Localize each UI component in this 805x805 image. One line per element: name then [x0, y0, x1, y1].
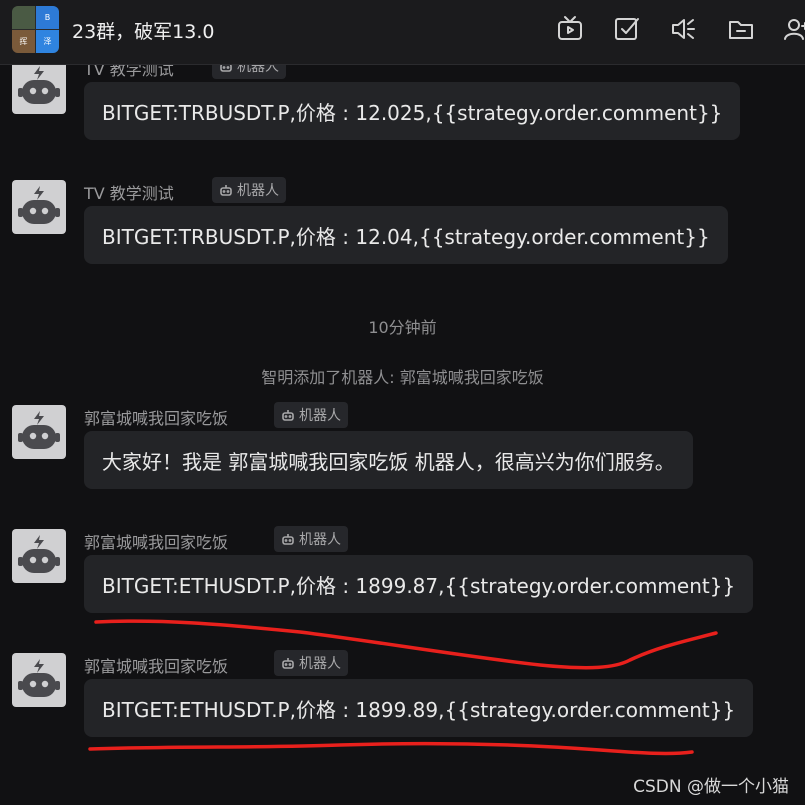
robot-badge-label: 机器人 — [299, 532, 341, 548]
sender-name[interactable]: 郭富城喊我回家吃饭 — [84, 405, 228, 429]
sender-name[interactable]: 郭富城喊我回家吃饭 — [84, 529, 228, 553]
group-avatar-cell: 泽 — [36, 30, 59, 53]
message-bubble[interactable]: BITGET:ETHUSDT.P,价格 : 1899.89,{{strategy… — [84, 679, 754, 737]
folder-icon[interactable] — [727, 15, 755, 43]
robot-badge-icon — [282, 534, 294, 545]
robot-badge-icon — [220, 185, 232, 196]
group-avatar[interactable]: B 挥 泽 — [12, 6, 59, 53]
robot-badge: 机器人 — [274, 650, 348, 676]
robot-icon — [18, 535, 60, 573]
robot-badge-icon — [282, 410, 294, 421]
message-bubble[interactable]: BITGET:TRBUSDT.P,价格 : 12.04,{{strategy.o… — [84, 206, 728, 264]
robot-icon — [18, 411, 60, 449]
robot-badge: 机器人 — [274, 526, 348, 552]
robot-icon — [18, 659, 60, 697]
robot-avatar[interactable] — [12, 529, 66, 583]
group-avatar-cell — [12, 6, 35, 29]
tv-icon[interactable] — [556, 15, 584, 43]
robot-avatar[interactable] — [12, 60, 66, 114]
checkbox-icon[interactable] — [613, 15, 641, 43]
group-title[interactable]: 23群，破军13.0 — [72, 17, 214, 44]
message-bubble[interactable]: BITGET:ETHUSDT.P,价格 : 1899.87,{{strategy… — [84, 555, 754, 613]
robot-avatar[interactable] — [12, 653, 66, 707]
robot-badge-label: 机器人 — [299, 656, 341, 672]
robot-avatar[interactable] — [12, 405, 66, 459]
watermark: CSDN @做一个小猫 — [633, 777, 789, 797]
robot-avatar[interactable] — [12, 180, 66, 234]
robot-badge-label: 机器人 — [299, 408, 341, 424]
chat-header: B 挥 泽 23群，破军13.0 — [0, 0, 805, 65]
robot-icon — [18, 66, 60, 104]
robot-badge: 机器人 — [212, 177, 286, 203]
sender-name[interactable]: 郭富城喊我回家吃饭 — [84, 653, 228, 677]
robot-badge-label: 机器人 — [237, 183, 279, 199]
sender-name[interactable]: TV 教学测试 — [84, 180, 174, 204]
group-avatar-cell: B — [36, 6, 59, 29]
annotation-underline-2 — [88, 741, 694, 756]
system-notice: 智明添加了机器人: 郭富城喊我回家吃饭 — [261, 368, 544, 387]
timestamp-divider: 10分钟前 — [368, 318, 437, 337]
message-bubble[interactable]: BITGET:TRBUSDT.P,价格 : 12.025,{{strategy.… — [84, 82, 741, 140]
add-user-icon[interactable] — [782, 15, 805, 43]
group-avatar-cell: 挥 — [12, 30, 35, 53]
robot-icon — [18, 186, 60, 224]
message-bubble[interactable]: 大家好！我是 郭富城喊我回家吃饭 机器人，很高兴为你们服务。 — [84, 431, 693, 489]
robot-badge: 机器人 — [274, 402, 348, 428]
speaker-icon[interactable] — [669, 15, 697, 43]
robot-badge-icon — [282, 658, 294, 669]
